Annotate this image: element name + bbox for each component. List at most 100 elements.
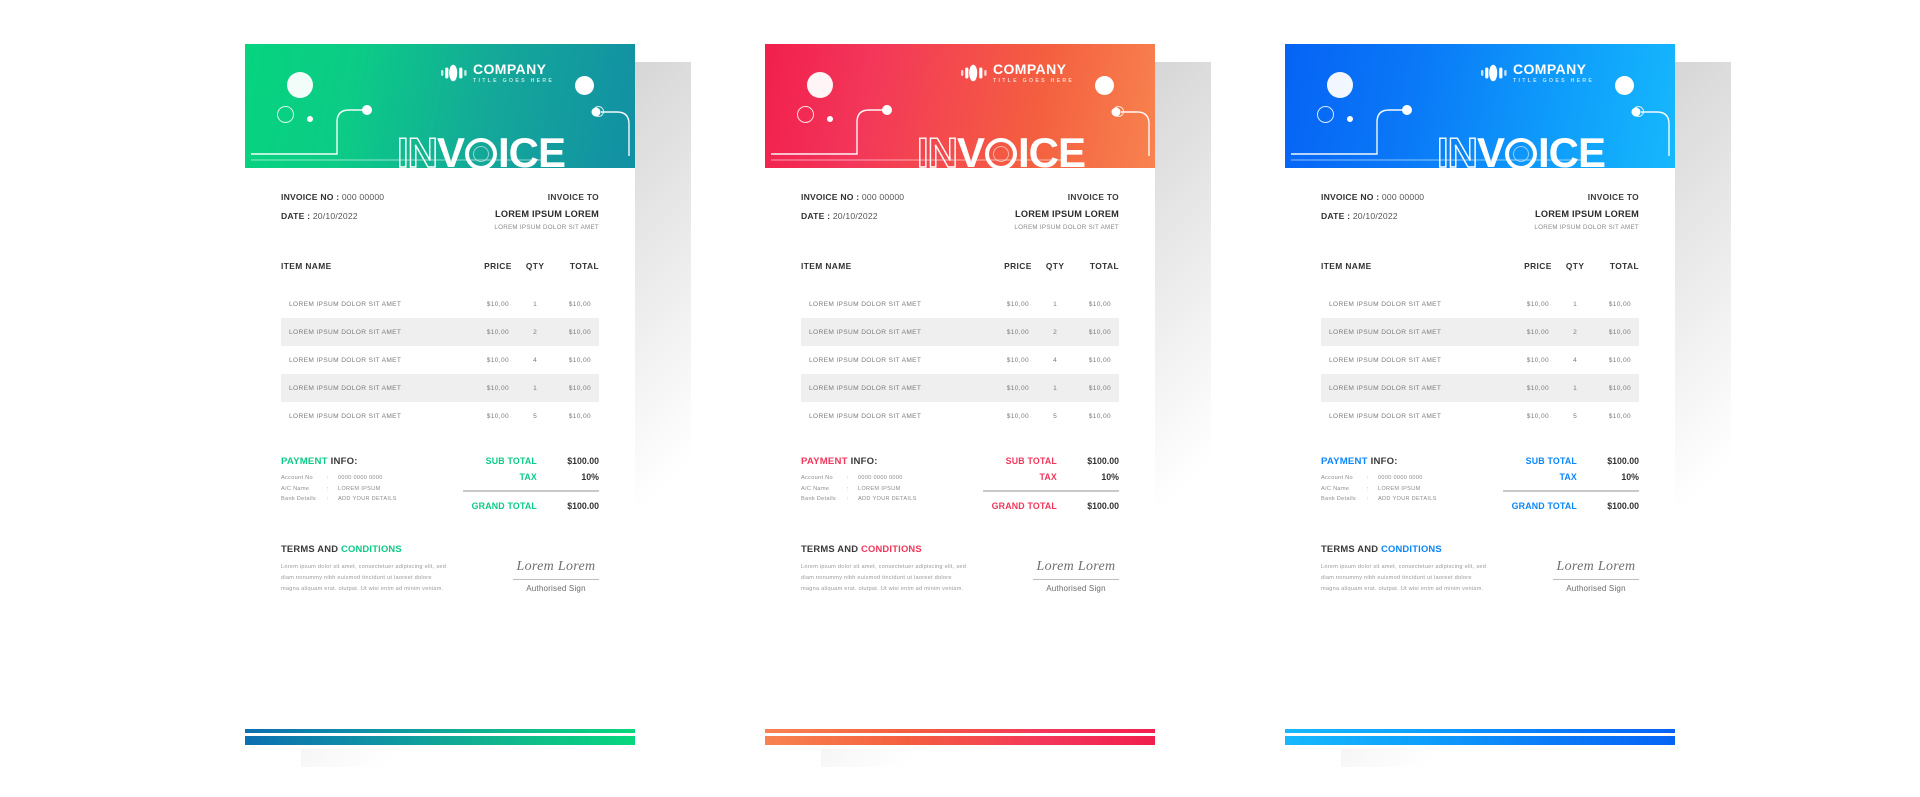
- footer-stripe-thin: [245, 729, 635, 733]
- cell-qty: 1: [1040, 374, 1070, 402]
- cell-item: LOREM IPSUM DOLOR SIT AMET: [809, 300, 922, 308]
- signature-block: Lorem Lorem Authorised Sign: [1553, 543, 1639, 593]
- invoice-card-red[interactable]: COMPANY TITLE GOES HERE IN V ICE INVOICE…: [765, 44, 1155, 749]
- payment-row-bank-details: Bank Details : ADD YOUR DETAILS: [281, 496, 397, 502]
- terms-block: TERMS AND CONDITIONS Lorem ipsum dolor s…: [1321, 543, 1489, 595]
- tax-label: TAX: [1559, 472, 1577, 482]
- grand-total-value: $100.00: [567, 501, 599, 511]
- tax-row: TAX 10%: [1489, 472, 1639, 482]
- col-total: TOTAL: [569, 261, 599, 271]
- payment-row-bank-details: Bank Details : ADD YOUR DETAILS: [1321, 496, 1437, 502]
- table-row[interactable]: LOREM IPSUM DOLOR SIT AMET $10,00 1 $10,…: [801, 290, 1119, 318]
- sub-total-label: SUB TOTAL: [485, 456, 537, 466]
- table-row[interactable]: LOREM IPSUM DOLOR SIT AMET $10,00 5 $10,…: [281, 402, 599, 430]
- invoice-wordmark: IN V ICE: [916, 131, 1086, 168]
- sub-total-label: SUB TOTAL: [1005, 456, 1057, 466]
- table-header-row: ITEM NAME PRICE QTY TOTAL: [281, 261, 599, 290]
- cell-item: LOREM IPSUM DOLOR SIT AMET: [1329, 356, 1442, 364]
- payment-sep: :: [327, 496, 329, 502]
- table-row[interactable]: LOREM IPSUM DOLOR SIT AMET $10,00 1 $10,…: [1321, 290, 1639, 318]
- table-row[interactable]: LOREM IPSUM DOLOR SIT AMET $10,00 2 $10,…: [1321, 318, 1639, 346]
- cell-price: $10,00: [1526, 412, 1550, 420]
- col-item-name: ITEM NAME: [1321, 261, 1372, 271]
- invoice-date-value: 20/10/2022: [312, 211, 358, 221]
- table-row[interactable]: LOREM IPSUM DOLOR SIT AMET $10,00 1 $10,…: [1321, 374, 1639, 402]
- terms-title-accent: CONDITIONS: [1381, 543, 1442, 554]
- invoice-no-value: 000 00000: [861, 192, 905, 202]
- company-mark-icon: [1481, 64, 1507, 82]
- payment-key: Account No: [1321, 475, 1353, 481]
- col-item-name: ITEM NAME: [801, 261, 852, 271]
- cell-total: $10,00: [1608, 356, 1631, 364]
- col-qty: QTY: [1565, 261, 1585, 271]
- payment-row-account-no: Account No : 0000 0000 0000: [1321, 475, 1437, 481]
- payment-row-ac-name: A/C Name : LOREM IPSUM: [1321, 486, 1437, 492]
- signature-block: Lorem Lorem Authorised Sign: [513, 543, 599, 593]
- line-items-table: ITEM NAME PRICE QTY TOTAL LOREM IPSUM DO…: [1321, 261, 1639, 430]
- line-items-head: ITEM NAME PRICE QTY TOTAL: [281, 261, 599, 290]
- line-items-head: ITEM NAME PRICE QTY TOTAL: [1321, 261, 1639, 290]
- col-qty: QTY: [525, 261, 545, 271]
- cell-total: $10,00: [568, 412, 591, 420]
- terms-title-accent: CONDITIONS: [861, 543, 922, 554]
- invoice-to-label: INVOICE TO: [547, 192, 599, 202]
- invoice-meta: INVOICE NO : 000 00000 DATE : 20/10/2022…: [1321, 168, 1639, 231]
- table-row[interactable]: LOREM IPSUM DOLOR SIT AMET $10,00 5 $10,…: [1321, 402, 1639, 430]
- company-name: COMPANY: [1513, 61, 1587, 77]
- invoice-no-row: INVOICE NO : 000 00000: [281, 192, 384, 202]
- grand-total-value: $100.00: [1607, 501, 1639, 511]
- payment-key: Bank Details: [801, 496, 837, 502]
- cell-item: LOREM IPSUM DOLOR SIT AMET: [1329, 300, 1442, 308]
- invoice-identifiers: INVOICE NO : 000 00000 DATE : 20/10/2022: [281, 192, 384, 231]
- invoice-meta: INVOICE NO : 000 00000 DATE : 20/10/2022…: [281, 168, 599, 231]
- payment-info: PAYMENT INFO: Account No : 0000 0000 000…: [281, 456, 397, 517]
- line-items-head: ITEM NAME PRICE QTY TOTAL: [801, 261, 1119, 290]
- table-row[interactable]: LOREM IPSUM DOLOR SIT AMET $10,00 2 $10,…: [801, 318, 1119, 346]
- cell-qty: 4: [1573, 356, 1578, 364]
- payment-info-title: PAYMENT INFO:: [801, 456, 917, 467]
- invoice-to-label: INVOICE TO: [1067, 192, 1119, 202]
- tax-row: TAX 10%: [969, 472, 1119, 482]
- company-mark-icon: [961, 64, 987, 82]
- table-row[interactable]: LOREM IPSUM DOLOR SIT AMET $10,00 4 $10,…: [281, 346, 599, 374]
- tax-label: TAX: [1039, 472, 1057, 482]
- footer-stripe-thin: [1285, 729, 1675, 733]
- invoice-identifiers: INVOICE NO : 000 00000 DATE : 20/10/2022: [1321, 192, 1424, 231]
- table-row[interactable]: LOREM IPSUM DOLOR SIT AMET $10,00 2 $10,…: [281, 318, 599, 346]
- payment-sep: :: [327, 475, 329, 481]
- invoice-card-green[interactable]: COMPANY TITLE GOES HERE IN V ICE INVOICE…: [245, 44, 635, 749]
- payment-value: ADD YOUR DETAILS: [1378, 496, 1437, 502]
- table-row[interactable]: LOREM IPSUM DOLOR SIT AMET $10,00 4 $10,…: [801, 346, 1119, 374]
- totals-panel: SUB TOTAL $100.00 TAX 10% GRAND TOTAL $1…: [449, 456, 599, 517]
- totals-divider: [983, 490, 1119, 492]
- cell-price: $10,00: [486, 300, 510, 308]
- table-row[interactable]: LOREM IPSUM DOLOR SIT AMET $10,00 4 $10,…: [1321, 346, 1639, 374]
- cell-total: $10,00: [1590, 318, 1639, 346]
- table-row[interactable]: LOREM IPSUM DOLOR SIT AMET $10,00 1 $10,…: [281, 374, 599, 402]
- table-row[interactable]: LOREM IPSUM DOLOR SIT AMET $10,00 1 $10,…: [281, 290, 599, 318]
- line-items-body: LOREM IPSUM DOLOR SIT AMET $10,00 1 $10,…: [801, 290, 1119, 430]
- terms-body: Lorem ipsum dolor sit amet, consectetuer…: [1321, 564, 1487, 592]
- cell-price: $10,00: [1515, 318, 1561, 346]
- cell-total: $10,00: [1088, 412, 1111, 420]
- sub-total-row: SUB TOTAL $100.00: [1489, 456, 1639, 466]
- line-items-table: ITEM NAME PRICE QTY TOTAL LOREM IPSUM DO…: [801, 261, 1119, 430]
- cell-item: LOREM IPSUM DOLOR SIT AMET: [801, 374, 996, 402]
- client-address: LOREM IPSUM DOLOR SIT AMET: [1534, 224, 1639, 231]
- cell-qty: 2: [1560, 318, 1590, 346]
- invoice-date-label: DATE :: [1321, 211, 1351, 221]
- payment-key: A/C Name: [281, 485, 310, 492]
- signature-block: Lorem Lorem Authorised Sign: [1033, 543, 1119, 593]
- table-row[interactable]: LOREM IPSUM DOLOR SIT AMET $10,00 1 $10,…: [801, 374, 1119, 402]
- invoice-card-blue[interactable]: COMPANY TITLE GOES HERE IN V ICE INVOICE…: [1285, 44, 1675, 749]
- invoice-client: INVOICE TO LOREM IPSUM LOREM LOREM IPSUM…: [1014, 192, 1119, 231]
- cell-total: $10,00: [550, 318, 599, 346]
- totals-divider: [463, 490, 599, 492]
- wordmark-ice: ICE: [1538, 129, 1606, 169]
- signature-rule: [513, 579, 599, 580]
- cell-price: $10,00: [1515, 374, 1561, 402]
- invoice-footer: [245, 723, 635, 749]
- cell-total: $10,00: [1608, 412, 1631, 420]
- table-row[interactable]: LOREM IPSUM DOLOR SIT AMET $10,00 5 $10,…: [801, 402, 1119, 430]
- company-subtitle: TITLE GOES HERE: [1513, 78, 1595, 84]
